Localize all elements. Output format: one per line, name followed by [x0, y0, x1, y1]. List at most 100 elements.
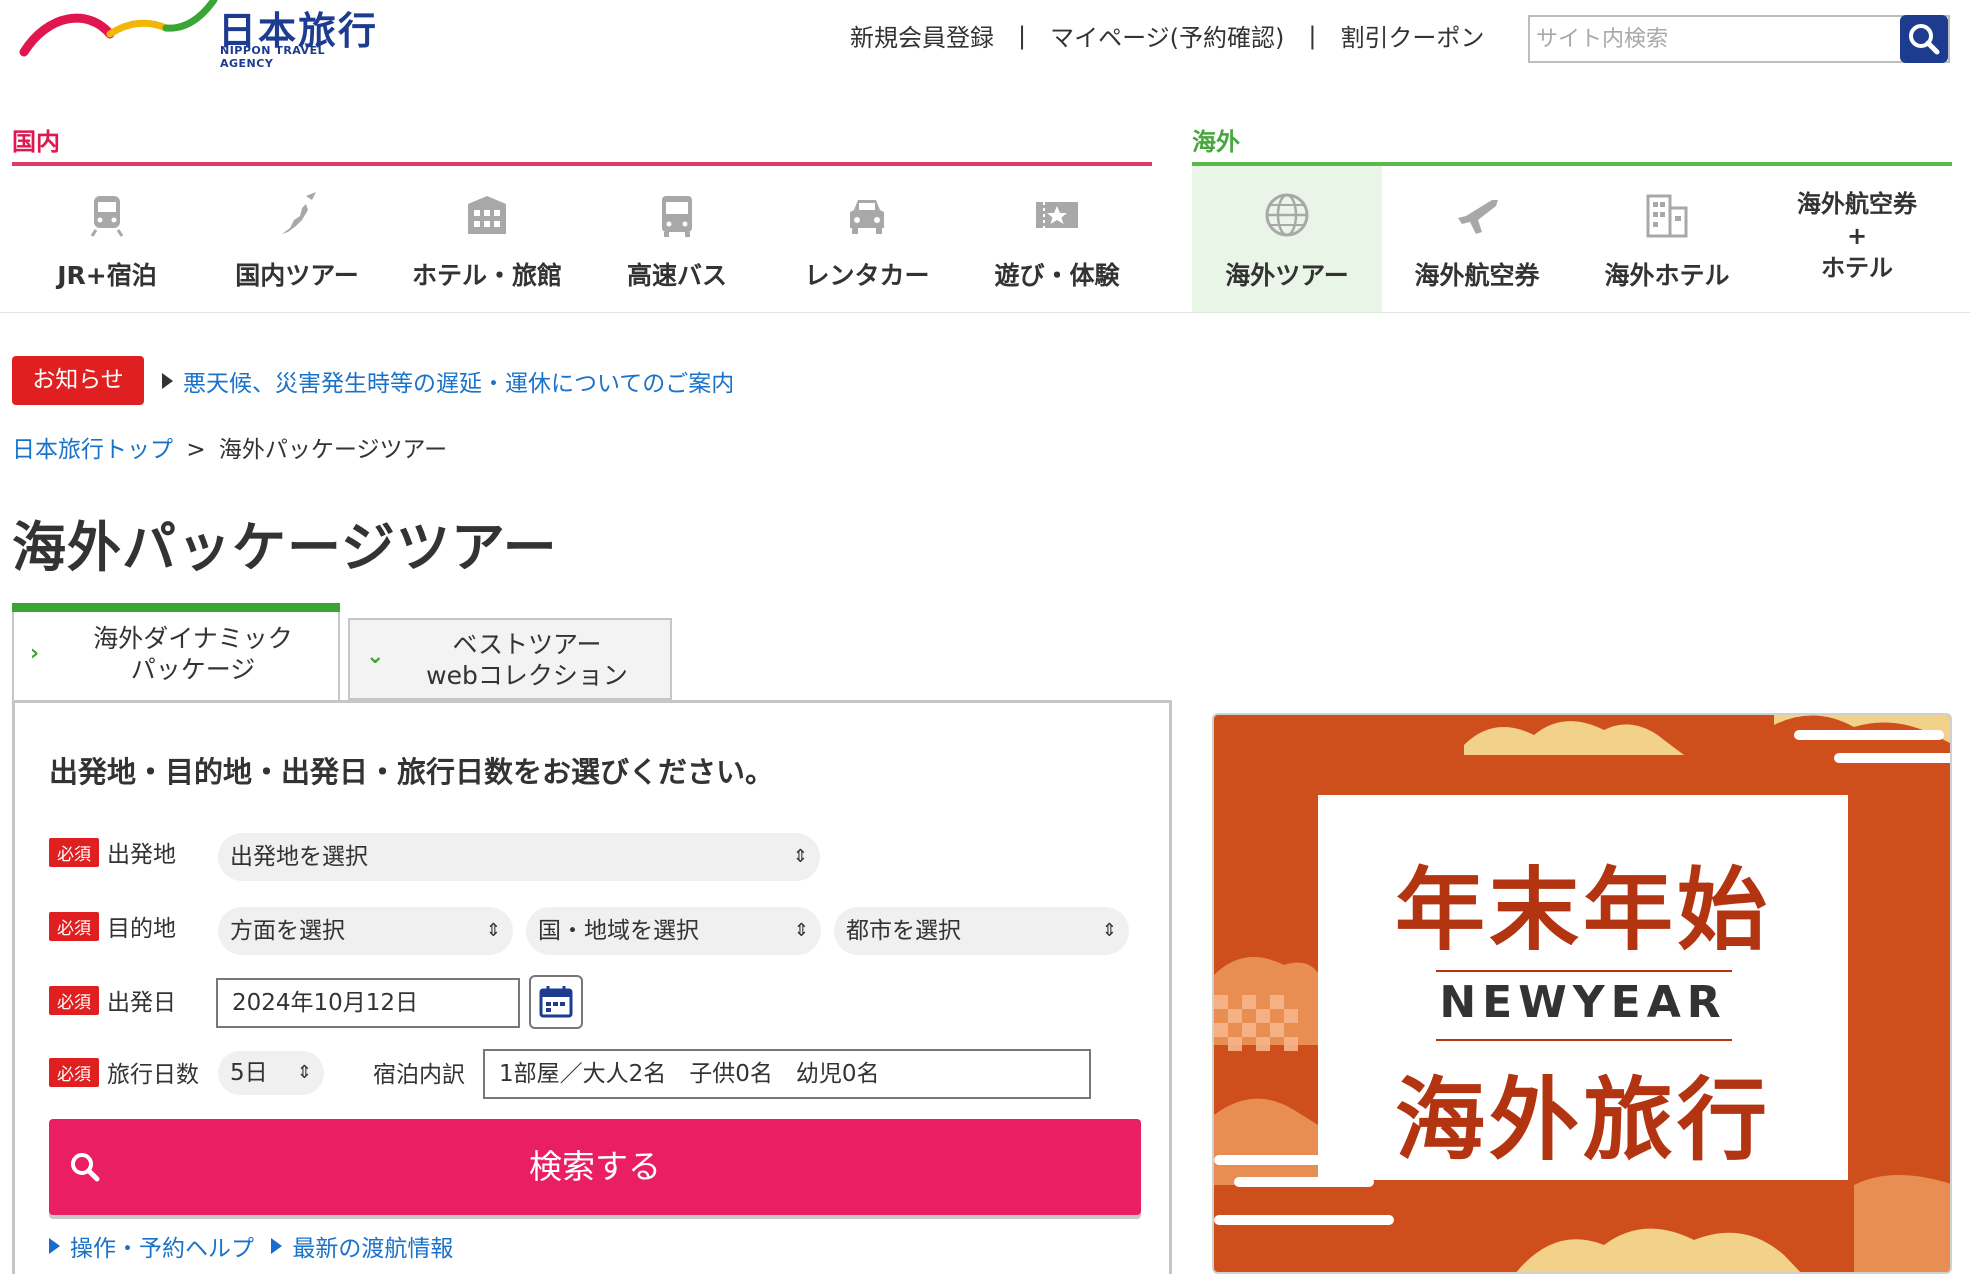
- banner-divider: [1436, 1039, 1732, 1041]
- form-heading: 出発地・目的地・出発日・旅行日数をお選びください。: [49, 755, 775, 789]
- new-year-banner[interactable]: 年末年始 NEWYEAR 海外旅行: [1212, 713, 1952, 1274]
- nav-overseas-hotel[interactable]: 海外ホテル: [1572, 166, 1762, 312]
- nav-jr-hotel[interactable]: JR+宿泊: [12, 166, 202, 312]
- select-arrows-icon: ⇕: [296, 1062, 312, 1083]
- logo-swoosh-icon: [19, 0, 218, 57]
- search-icon: [1909, 24, 1940, 55]
- tab-label: 海外ダイナミック パッケージ: [54, 623, 332, 685]
- tab-label-line: ベストツアー: [452, 630, 602, 659]
- field-label: 出発日: [107, 990, 176, 1016]
- tab-label: ベストツアー webコレクション: [390, 629, 664, 691]
- select-arrows-icon: ⇕: [792, 846, 808, 867]
- airplane-icon: [1458, 200, 1498, 234]
- required-badge: 必須: [49, 985, 99, 1015]
- arrow-right-icon: [49, 1238, 60, 1254]
- nav-item-label-line: ホテル: [1821, 254, 1893, 282]
- nav-hotel[interactable]: ホテル・旅館: [392, 166, 582, 312]
- tab-label-line: パッケージ: [130, 655, 256, 684]
- tab-label-line: webコレクション: [426, 661, 628, 690]
- coupon-link[interactable]: 割引クーポン: [1340, 18, 1484, 53]
- rooms-field[interactable]: 1部屋／大人2名 子供0名 幼児0名: [483, 1049, 1091, 1099]
- chevron-down-icon: ⌄: [366, 644, 385, 669]
- travel-info-link[interactable]: 最新の渡航情報: [271, 1236, 453, 1262]
- select-value: 国・地域を選択: [538, 918, 699, 944]
- departure-date-field[interactable]: 2024年10月12日: [216, 978, 520, 1028]
- select-value: 方面を選択: [230, 918, 345, 944]
- domestic-category-label: 国内: [12, 128, 60, 156]
- banner-title-2: 海外旅行: [1395, 1068, 1771, 1173]
- breadcrumb-home-link[interactable]: 日本旅行トップ: [12, 437, 173, 463]
- nav-item-label: 国内ツアー: [235, 261, 359, 290]
- logo-subtext: NIPPON TRAVEL AGENCY: [220, 44, 326, 70]
- hotel-icon: [468, 196, 506, 234]
- field-label: 出発地: [107, 842, 176, 868]
- nav-item-label: 高速バス: [626, 261, 727, 290]
- required-badge: 必須: [49, 1057, 99, 1087]
- link-separator: |: [1018, 21, 1027, 50]
- nav-item-label: 海外航空券: [1414, 261, 1540, 290]
- link-separator: |: [1308, 21, 1317, 50]
- calendar-icon: [539, 986, 573, 1018]
- days-select[interactable]: 5日 ⇕: [218, 1051, 324, 1095]
- breadcrumb: 日本旅行トップ > 海外パッケージツアー: [12, 430, 447, 464]
- banner-text-card: 年末年始 NEWYEAR 海外旅行: [1318, 795, 1848, 1180]
- select-value: 都市を選択: [846, 918, 961, 944]
- required-badge: 必須: [49, 911, 99, 941]
- nav-rental-car[interactable]: レンタカー: [772, 166, 962, 312]
- train-icon: [90, 196, 124, 237]
- field-label: 目的地: [107, 916, 176, 942]
- tour-search-panel: 出発地・目的地・出発日・旅行日数をお選びください。 必須 出発地 出発地を選択 ⇕ …: [12, 700, 1172, 1274]
- nav-item-label: 遊び・体験: [994, 261, 1120, 290]
- date-label: 必須 出発日: [49, 983, 176, 1017]
- tab-best-tour[interactable]: ⌄ ベストツアー webコレクション: [348, 618, 672, 700]
- bus-icon: [662, 196, 692, 237]
- nav-activities[interactable]: 遊び・体験: [962, 166, 1152, 312]
- select-arrows-icon: ⇕: [485, 920, 501, 941]
- select-value: 出発地を選択: [230, 844, 368, 870]
- nav-item-label: 海外航空券 + ホテル: [1762, 188, 1952, 284]
- select-arrows-icon: ⇕: [793, 920, 809, 941]
- area-select[interactable]: 方面を選択 ⇕: [218, 907, 513, 955]
- banner-subtitle: NEWYEAR: [1439, 977, 1727, 1028]
- notice-link[interactable]: 悪天候、災害発生時等の遅延・運休についてのご案内: [162, 364, 734, 398]
- car-icon: [850, 200, 884, 234]
- search-icon: [71, 1153, 100, 1182]
- nav-item-label-line: 海外航空券: [1797, 190, 1917, 218]
- nav-flight-plus-hotel[interactable]: 海外航空券 + ホテル: [1762, 166, 1952, 312]
- country-select[interactable]: 国・地域を選択 ⇕: [526, 907, 821, 955]
- nav-overseas-tour[interactable]: 海外ツアー: [1192, 166, 1382, 312]
- departure-label: 必須 出発地: [49, 835, 176, 869]
- help-link-text: 最新の渡航情報: [292, 1236, 454, 1262]
- nav-overseas-flight[interactable]: 海外航空券: [1382, 166, 1572, 312]
- nav-item-label: 海外ホテル: [1604, 261, 1730, 290]
- japan-plane-icon: [282, 192, 316, 234]
- help-link[interactable]: 操作・予約ヘルプ: [49, 1236, 254, 1262]
- city-select[interactable]: 都市を選択 ⇕: [834, 907, 1129, 955]
- select-arrows-icon: ⇕: [1101, 920, 1117, 941]
- arrow-right-icon: [162, 373, 173, 389]
- mypage-link[interactable]: マイページ(予約確認): [1050, 18, 1284, 53]
- days-label: 必須 旅行日数: [49, 1055, 199, 1089]
- breadcrumb-current: 海外パッケージツアー: [218, 437, 448, 463]
- register-link[interactable]: 新規会員登録: [850, 18, 994, 53]
- nav-item-label-line: +: [1846, 222, 1868, 250]
- help-link-text: 操作・予約ヘルプ: [70, 1236, 254, 1262]
- departure-select[interactable]: 出発地を選択 ⇕: [218, 833, 820, 881]
- nav-item-label: レンタカー: [804, 261, 930, 290]
- site-search-button[interactable]: [1900, 15, 1948, 63]
- arrow-right-icon: [271, 1238, 283, 1254]
- header-links: 新規会員登録 | マイページ(予約確認) | 割引クーポン: [850, 18, 1484, 53]
- site-search-input[interactable]: [1536, 21, 1896, 57]
- building-icon: [1646, 194, 1688, 238]
- nav-domestic-tour[interactable]: 国内ツアー: [202, 166, 392, 312]
- banner-divider: [1436, 970, 1732, 972]
- nav-bus[interactable]: 高速バス: [582, 166, 772, 312]
- search-submit-button[interactable]: 検索する: [49, 1119, 1141, 1215]
- chevron-right-icon: ›: [30, 641, 40, 666]
- site-logo[interactable]: 日本旅行 NIPPON TRAVEL AGENCY: [18, 0, 378, 70]
- tab-dynamic-package[interactable]: › 海外ダイナミック パッケージ: [12, 603, 340, 700]
- calendar-button[interactable]: [529, 975, 583, 1029]
- nav-item-label: JR+宿泊: [57, 261, 157, 290]
- destination-label: 必須 目的地: [49, 909, 176, 943]
- globe-icon: [1265, 193, 1309, 237]
